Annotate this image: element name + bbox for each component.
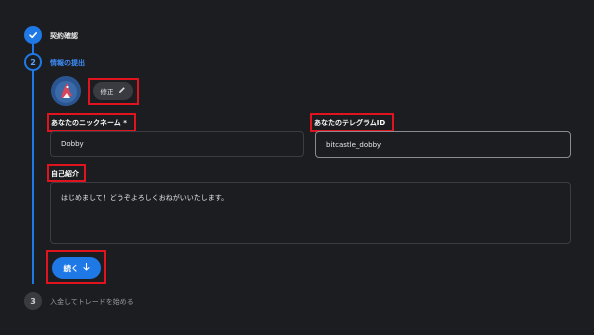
telegram-value: bitcastle_dobby [326,140,382,149]
intro-label: 自己紹介 [51,170,79,178]
step-2-indicator: 2 [24,53,42,71]
next-button-label: 続く [63,263,79,273]
step-2-label: 情報の提出 [50,59,85,67]
stepper-rail [32,44,34,284]
avatar [51,76,81,106]
page: 契約確認 2 情報の提出 3 入金してトレードを始める 修正 あなたのニックネー… [0,0,594,335]
intro-value: はじめまして！どうぞよろしくおねがいいたします。 [61,194,229,202]
edit-profile-button[interactable]: 修正 [93,82,133,100]
nickname-label: あなたのニックネーム * [51,119,127,127]
telegram-id-input[interactable]: bitcastle_dobby [315,131,571,158]
self-intro-textarea[interactable]: はじめまして！どうぞよろしくおねがいいたします。 [50,182,571,244]
next-button[interactable]: 続く [52,257,101,279]
edit-button-label: 修正 [100,88,114,96]
pencil-icon [118,86,126,96]
nickname-value: Dobby [61,140,84,148]
step-1-label: 契約確認 [50,32,78,40]
nickname-input[interactable]: Dobby [50,131,304,157]
step-1-check-icon [24,26,42,44]
telegram-label: あなたのテレグラムID [314,119,386,127]
step-3-indicator: 3 [24,292,42,310]
step-3-label: 入金してトレードを始める [50,298,134,306]
arrow-down-icon [82,262,90,273]
